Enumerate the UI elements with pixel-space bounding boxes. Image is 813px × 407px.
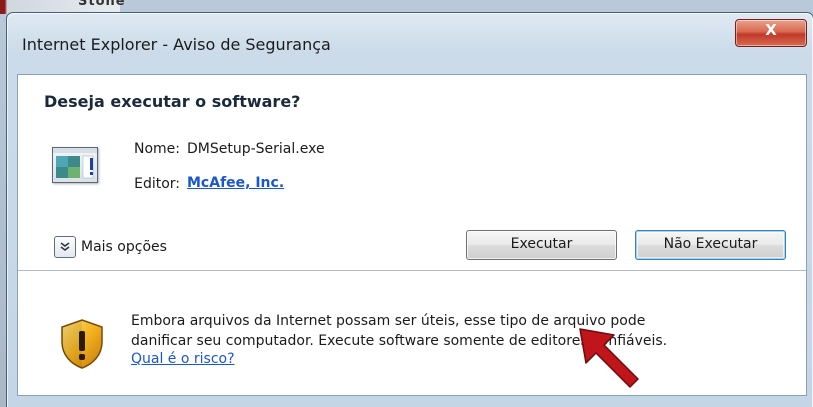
dialog-content: Deseja executar o software? Nome: DMSetu… (17, 74, 807, 396)
chevron-down-icon[interactable] (54, 236, 76, 258)
publisher-link[interactable]: McAfee, Inc. (187, 175, 284, 191)
more-options-label: Mais opções (81, 239, 167, 255)
application-icon-graphic (53, 148, 97, 179)
title-bar[interactable]: Internet Explorer - Aviso de Segurança X (7, 13, 813, 54)
security-shield-graphic (61, 319, 103, 369)
name-label: Nome: (133, 141, 180, 157)
close-icon: X (765, 21, 777, 39)
warning-message: Embora arquivos da Internet possam ser ú… (131, 311, 791, 351)
pointer-arrow-icon (576, 325, 642, 395)
dialog-heading: Deseja executar o software? (44, 92, 301, 111)
content-divider (18, 270, 806, 271)
security-shield-icon (58, 318, 106, 374)
publisher-label: Editor: (134, 176, 180, 192)
application-icon (52, 147, 98, 183)
name-value: DMSetup-Serial.exe (187, 141, 325, 157)
chevron-down-glyph (60, 242, 70, 251)
dont-run-button[interactable]: Não Executar (635, 230, 786, 260)
window-title: Internet Explorer - Aviso de Segurança (22, 35, 331, 54)
background-window-text: Stone (78, 0, 126, 9)
warning-line-2: danificar seu computador. Execute softwa… (131, 333, 668, 349)
screen: Stone Internet Explorer - Aviso de Segur… (0, 0, 813, 407)
security-warning-dialog: Internet Explorer - Aviso de Segurança X… (6, 12, 813, 407)
run-button[interactable]: Executar (466, 230, 617, 260)
warning-line-1: Embora arquivos da Internet possam ser ú… (131, 313, 646, 329)
close-button[interactable]: X (735, 19, 807, 47)
risk-link[interactable]: Qual é o risco? (131, 351, 235, 367)
more-options-toggle[interactable]: Mais opções (54, 236, 167, 258)
pointer-arrow-graphic (579, 328, 639, 388)
